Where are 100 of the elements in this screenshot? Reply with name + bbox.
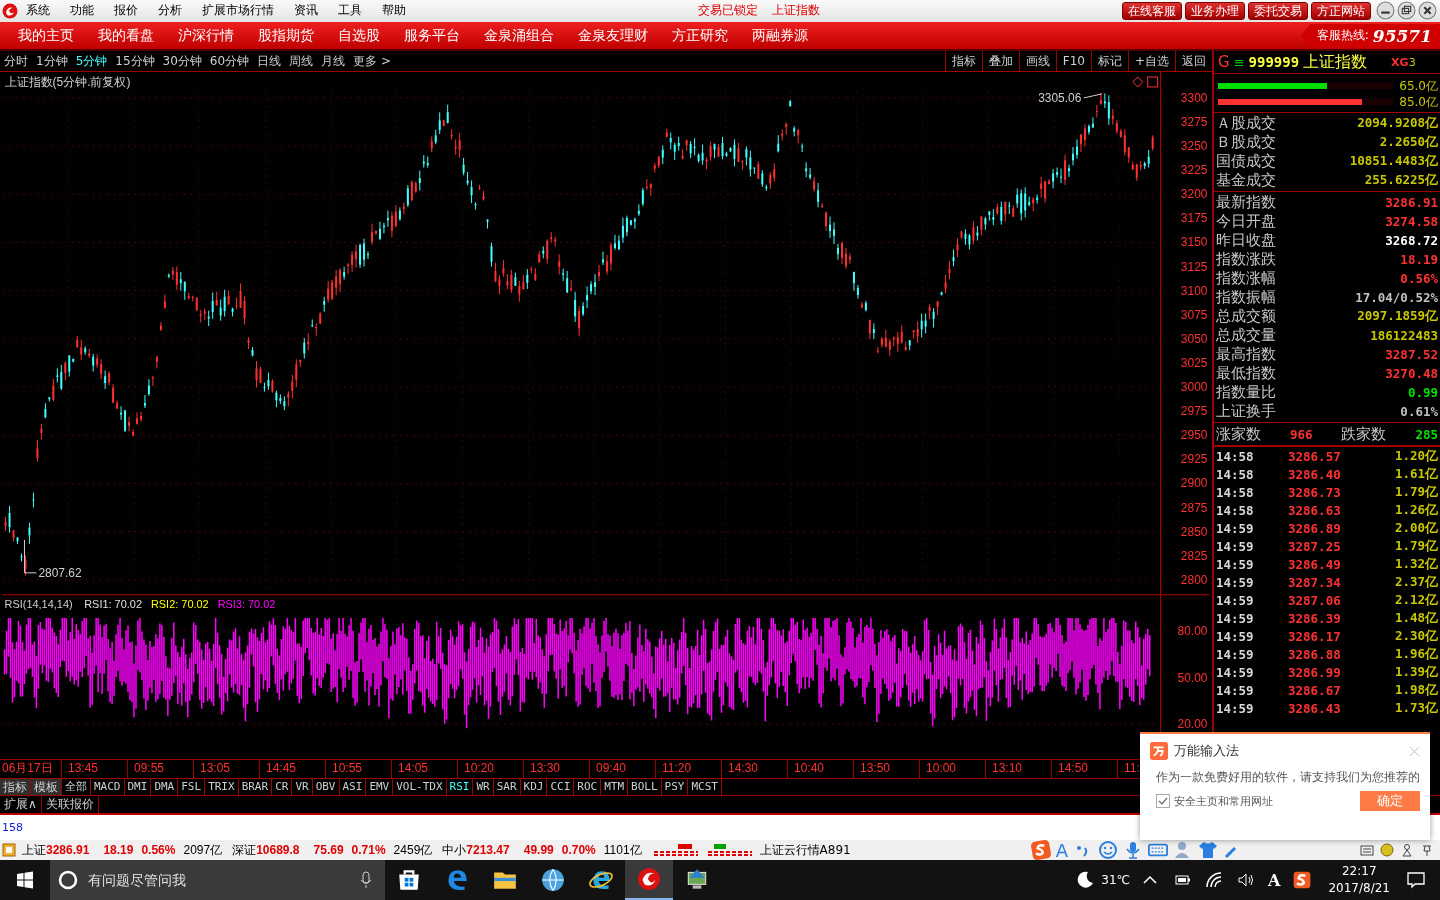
nav-item[interactable]: 我的看盘 (98, 26, 154, 45)
nav-item[interactable]: 金泉友理财 (578, 26, 648, 45)
nav-item[interactable]: 两融券源 (752, 26, 808, 45)
header-button[interactable]: 委托交易 (1248, 1, 1308, 20)
clock-date[interactable]: 2017/8/21 (1328, 880, 1390, 897)
search-bar[interactable]: 有问题尽管问我 (50, 860, 385, 900)
indicator-tab[interactable]: SAR (493, 779, 521, 796)
chart-title: 上证指数(5分钟.前复权) (4, 75, 131, 90)
period-tab[interactable]: 日线 (257, 52, 282, 70)
indicator-tab[interactable]: OBV (312, 779, 340, 796)
search-field[interactable]: 有问题尽管问我 (86, 859, 359, 900)
rsi-axis-label: 50.00 (1177, 670, 1208, 685)
menu-item[interactable]: 资讯 (294, 2, 318, 20)
period-tab[interactable]: 更多 > (353, 52, 391, 70)
indicator-tab[interactable]: FSL (178, 779, 206, 796)
indicator-tab[interactable]: DMI (124, 779, 152, 796)
indicator-tab[interactable]: CR (272, 779, 293, 796)
close-icon[interactable] (1418, 1, 1437, 21)
period-tab[interactable]: 1分钟 (36, 52, 68, 70)
stat-label: 今日开盘 (1216, 212, 1276, 232)
menu-item[interactable]: 系统 (26, 2, 50, 20)
menu-icon[interactable]: ≡ (1233, 54, 1245, 70)
nav-item[interactable]: 股指期货 (258, 26, 314, 45)
menu-item[interactable]: 扩展市场行情 (202, 2, 274, 20)
price-axis-label: 2975 (1180, 404, 1208, 419)
microphone-icon[interactable] (359, 870, 373, 890)
tick-price: 3286.63 (1288, 502, 1342, 518)
indicator-tab[interactable]: BRAR (238, 779, 273, 796)
input-mode-indicator[interactable]: A (1268, 870, 1281, 890)
nav-item[interactable]: 自选股 (338, 26, 380, 45)
indicator-tab[interactable]: BOLL (628, 779, 662, 796)
period-tab[interactable]: 5分钟 (75, 52, 108, 70)
info-text: 158 (2, 821, 23, 835)
indicator-tab[interactable]: 指标 (0, 779, 31, 796)
checkbox[interactable] (1156, 794, 1170, 808)
taskbar-app[interactable] (625, 860, 673, 900)
indicator-tab[interactable]: RSI (446, 779, 474, 796)
indicator-tab[interactable]: ASI (339, 779, 367, 796)
header-button[interactable]: 在线客服 (1122, 1, 1182, 20)
diamond-icon[interactable] (1132, 76, 1144, 88)
minimize-icon[interactable] (1376, 1, 1395, 21)
indicator-tab[interactable]: CCI (547, 779, 575, 796)
coin-icon[interactable] (1380, 843, 1394, 857)
period-tab[interactable]: 15分钟 (115, 52, 155, 70)
decline-count: 285 (1415, 426, 1438, 442)
expand-tab[interactable]: 扩展∧ (0, 796, 42, 814)
indicator-tab[interactable]: PSY (661, 779, 689, 796)
indicator-tab[interactable]: 模板 (31, 779, 62, 796)
restore-icon[interactable] (1397, 1, 1416, 21)
checkbox-label: 安全主页和常用网址 (1174, 793, 1273, 809)
nav-item[interactable]: 沪深行情 (178, 26, 234, 45)
tick-price: 3286.89 (1288, 520, 1342, 536)
stat-label: 上证换手 (1216, 402, 1276, 422)
menu-item[interactable]: 功能 (70, 2, 94, 20)
indicator-tab[interactable]: MCST (688, 779, 722, 796)
input-mode-indicator[interactable]: A (1055, 839, 1069, 861)
document-icon[interactable] (1360, 843, 1374, 857)
expand-tab[interactable]: 关联报价 (41, 796, 99, 814)
indicator-tab[interactable]: DMA (151, 779, 179, 796)
shirt-icon[interactable] (1198, 840, 1219, 860)
menu-item[interactable]: 帮助 (382, 2, 406, 20)
index-change: 75.69 (313, 843, 344, 857)
indicator-tab[interactable]: MACD (91, 779, 125, 796)
price-axis-label: 2900 (1180, 476, 1208, 491)
menu-item[interactable]: 工具 (338, 2, 362, 20)
moon-icon[interactable] (1075, 870, 1096, 890)
indicator-tab[interactable]: WR (473, 779, 494, 796)
header-button[interactable]: 方正网站 (1311, 1, 1371, 20)
menu-item[interactable]: 分析 (158, 2, 182, 20)
indicator-tab[interactable]: 全部 (62, 779, 91, 796)
nav-item[interactable]: 方正研究 (672, 26, 728, 45)
period-tab[interactable]: 周线 (289, 52, 314, 70)
time-axis-label: 11:20 (655, 760, 721, 779)
panel-toggle-icon[interactable] (1147, 76, 1159, 88)
period-tab[interactable]: 分时 (4, 52, 28, 70)
windows-start-icon[interactable] (16, 871, 34, 889)
period-tab[interactable]: 月线 (321, 52, 346, 70)
nav-item[interactable]: 金泉涌组合 (484, 26, 554, 45)
menu-item[interactable]: 报价 (114, 2, 138, 20)
indicator-tab[interactable]: TRIX (205, 779, 239, 796)
emoji-icon[interactable] (1098, 840, 1119, 860)
pin-icon[interactable] (1420, 843, 1434, 857)
indicator-tab[interactable]: MTM (601, 779, 629, 796)
price-axis-label: 3000 (1180, 380, 1208, 395)
indicator-tab[interactable]: EMV (366, 779, 394, 796)
sogou-logo-icon[interactable] (1292, 870, 1313, 890)
notification-icon[interactable] (1406, 870, 1426, 890)
clock-time[interactable]: 22:17 (1341, 863, 1377, 880)
indicator-tab[interactable]: VOL-TDX (393, 779, 447, 796)
indicator-tab[interactable]: ROC (574, 779, 602, 796)
rsi-value: RSI2: 70.02 (150, 598, 209, 611)
tick-price: 3286.67 (1288, 682, 1342, 698)
nav-item[interactable]: 我的主页 (18, 26, 74, 45)
header-button[interactable]: 业务办理 (1185, 1, 1245, 20)
quote-icon[interactable] (2, 843, 16, 857)
nav-item[interactable]: 服务平台 (404, 26, 460, 45)
period-tab[interactable]: 60分钟 (209, 52, 250, 70)
indicator-tab[interactable]: KDJ (520, 779, 548, 796)
indicator-tab[interactable]: VR (292, 779, 313, 796)
period-tab[interactable]: 30分钟 (162, 52, 202, 70)
